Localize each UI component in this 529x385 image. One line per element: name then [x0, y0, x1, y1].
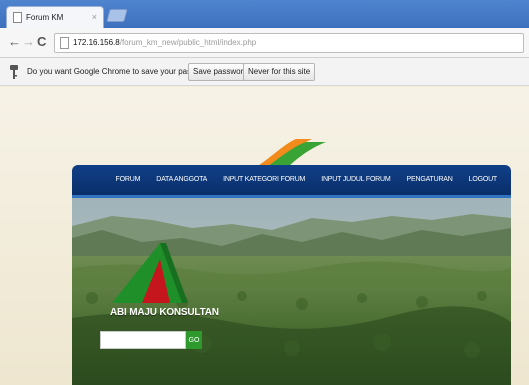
password-infobar: Do you want Google Chrome to save your p… [0, 58, 529, 86]
url-path: /forum_km_new/public_html/index.php [119, 38, 257, 47]
nav-logout[interactable]: LOGOUT [461, 172, 505, 188]
go-button[interactable]: GO [186, 331, 202, 349]
address-bar[interactable]: 172.16.156.8/forum_km_new/public_html/in… [54, 33, 524, 53]
page-icon [60, 37, 69, 49]
reload-icon[interactable]: C [37, 35, 46, 49]
url-host: 172.16.156.8 [73, 38, 120, 47]
never-for-this-site-button[interactable]: Never for this site [243, 63, 316, 81]
company-name: ABI MAJU KONSULTAN [110, 307, 219, 318]
nav-data-anggota[interactable]: DATA ANGGOTA [148, 172, 215, 188]
nav-input-judul-forum[interactable]: INPUT JUDUL FORUM [313, 172, 398, 188]
tab-close-icon[interactable]: × [92, 12, 97, 22]
url-text: 172.16.156.8/forum_km_new/public_html/in… [73, 38, 256, 47]
search-input[interactable] [100, 331, 186, 349]
nav-input-kategori-forum[interactable]: INPUT KATEGORI FORUM [215, 172, 313, 188]
forward-arrow-icon[interactable]: → [22, 35, 35, 49]
page-favicon-icon [13, 12, 22, 23]
back-arrow-icon[interactable]: ← [8, 35, 21, 49]
browser-tab[interactable]: Forum KM × [6, 6, 104, 28]
search-form: GO [100, 331, 202, 349]
company-logo-icon [112, 243, 188, 303]
key-icon [10, 65, 18, 79]
new-tab-button[interactable] [106, 9, 128, 22]
nav-pengaturan[interactable]: PENGATURAN [399, 172, 461, 188]
nav-forum[interactable]: FORUM [108, 172, 149, 188]
tab-title: Forum KM [26, 13, 64, 22]
tab-strip: Forum KM × [0, 0, 529, 28]
browser-toolbar: ← → C 172.16.156.8/forum_km_new/public_h… [0, 28, 529, 58]
main-menu: FORUM DATA ANGGOTA INPUT KATEGORI FORUM … [108, 172, 505, 188]
